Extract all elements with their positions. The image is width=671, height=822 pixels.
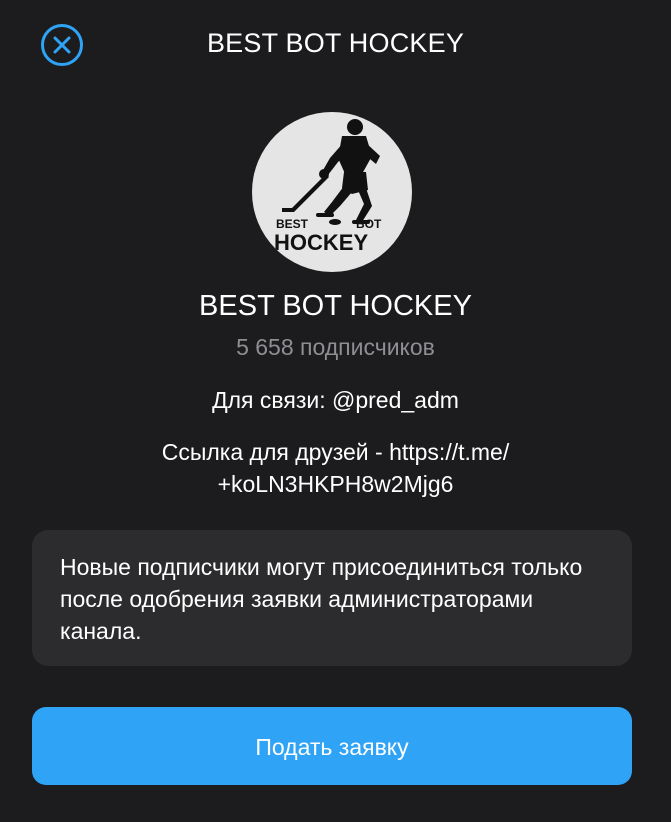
channel-description: Для связи: @pred_adm Ссылка для друзей -… [40, 384, 631, 500]
hockey-player-logo: BEST BOT HOCKEY [274, 119, 382, 255]
channel-name: BEST BOT HOCKEY [199, 290, 472, 322]
channel-avatar: BEST BOT HOCKEY [252, 112, 412, 272]
avatar-text-hockey: HOCKEY [274, 230, 368, 255]
avatar-text-bot: BOT [356, 217, 382, 231]
approval-notice: Новые подписчики могут присоединиться то… [32, 530, 632, 666]
request-join-button[interactable]: Подать заявку [32, 707, 632, 785]
header: BEST BOT HOCKEY [0, 0, 671, 90]
description-link-label: Ссылка для друзей - https://t.me/ [161, 439, 510, 465]
join-channel-screen: BEST BOT HOCKEY BEST BOT HOCKEY BEST BOT… [0, 0, 671, 822]
description-link-code: +koLN3HKPH8w2Mjg6 [217, 471, 454, 497]
avatar-text-best: BEST [276, 217, 309, 231]
header-title: BEST BOT HOCKEY [206, 28, 465, 58]
subscriber-count: 5 658 подписчиков [236, 334, 435, 360]
description-contact: Для связи: @pred_adm [212, 387, 459, 413]
